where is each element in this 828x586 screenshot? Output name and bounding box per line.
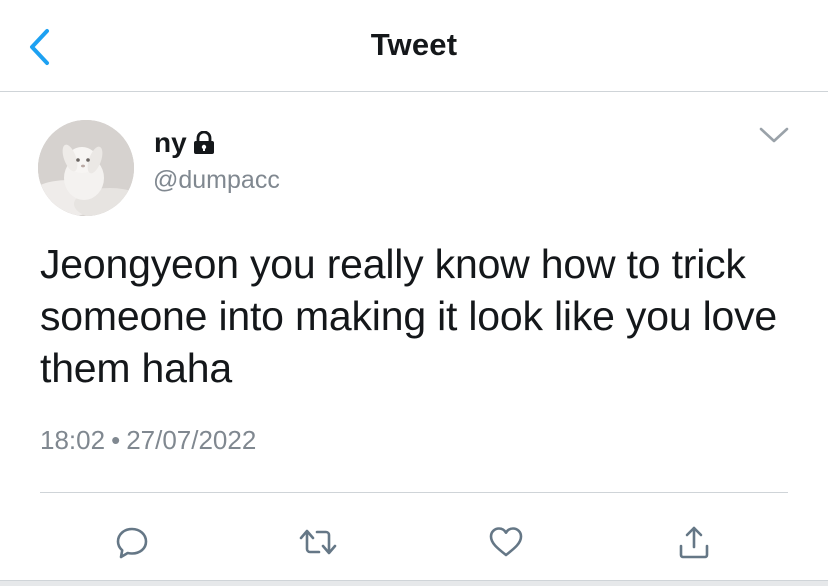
tweet-detail-screen: Tweet ny @dumpacc Jeongyeon you really k…: [0, 0, 828, 586]
avatar[interactable]: [38, 120, 134, 216]
retweet-button[interactable]: [296, 520, 340, 564]
lock-icon: [193, 131, 214, 154]
user-handle[interactable]: @dumpacc: [153, 166, 280, 195]
reply-icon: [116, 527, 148, 559]
bunny-avatar-image: [38, 120, 134, 216]
meta-separator: •: [111, 425, 121, 455]
tweet-actions-bar: [0, 510, 828, 570]
retweet-icon: [299, 529, 337, 555]
share-button[interactable]: [672, 520, 716, 564]
like-button[interactable]: [484, 520, 528, 564]
tweet-time: 18:02: [40, 425, 106, 455]
divider: [40, 492, 788, 493]
tweet-menu-button[interactable]: [754, 120, 794, 150]
display-name: ny: [154, 127, 187, 158]
tweet-timestamp: 18:02 • 27/07/2022: [40, 425, 256, 456]
reply-button[interactable]: [110, 520, 154, 564]
author-name-row[interactable]: ny: [154, 126, 215, 160]
page-title: Tweet: [370, 27, 458, 62]
share-icon: [679, 526, 709, 559]
bottom-separator: [0, 580, 828, 586]
tweet-date: 27/07/2022: [126, 425, 257, 455]
navigation-header: Tweet: [0, 0, 828, 92]
heart-icon: [489, 527, 523, 557]
tweet-text: Jeongyeon you really know how to trick s…: [40, 241, 778, 391]
chevron-down-icon: [759, 127, 789, 143]
